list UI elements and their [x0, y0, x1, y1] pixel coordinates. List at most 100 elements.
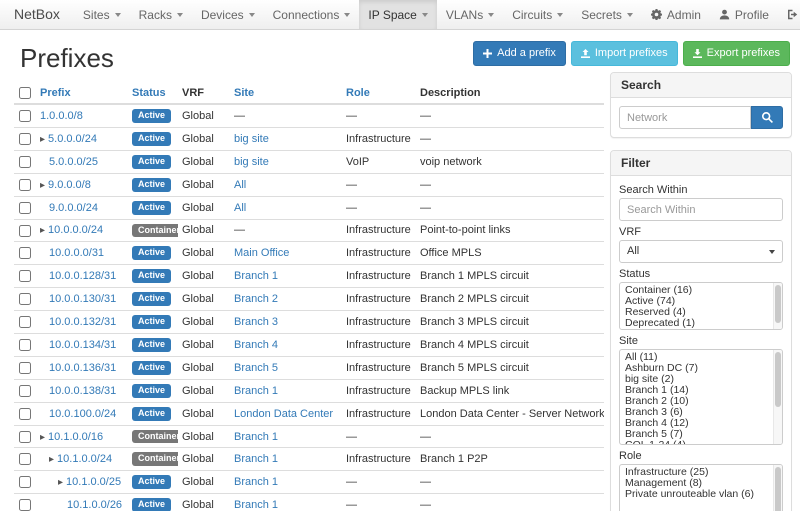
- row-checkbox[interactable]: [19, 362, 31, 374]
- listbox-option[interactable]: big site (2): [620, 374, 782, 385]
- row-checkbox[interactable]: [19, 179, 31, 191]
- row-checkbox[interactable]: [19, 385, 31, 397]
- prefix-link[interactable]: 10.1.0.0/26: [67, 499, 122, 511]
- prefix-link[interactable]: 10.0.0.134/31: [49, 339, 116, 351]
- sort-link-status[interactable]: Status: [132, 87, 166, 99]
- row-checkbox[interactable]: [19, 408, 31, 420]
- site-link[interactable]: big site: [234, 156, 269, 168]
- listbox-option[interactable]: Ashburn DC (7): [620, 363, 782, 374]
- nav-item-log-out[interactable]: Log out: [778, 0, 800, 29]
- prefix-link[interactable]: 5.0.0.0/25: [49, 156, 98, 168]
- prefix-link[interactable]: 10.1.0.0/24: [57, 453, 112, 465]
- prefix-link[interactable]: 10.0.0.0/24: [48, 224, 103, 236]
- row-checkbox[interactable]: [19, 156, 31, 168]
- row-checkbox[interactable]: [19, 476, 31, 488]
- prefix-link[interactable]: 10.0.0.130/31: [49, 293, 116, 305]
- scrollbar-thumb[interactable]: [775, 352, 781, 407]
- row-checkbox[interactable]: [19, 133, 31, 145]
- row-checkbox[interactable]: [19, 316, 31, 328]
- site-link[interactable]: Branch 5: [234, 362, 278, 374]
- prefix-link[interactable]: 9.0.0.0/8: [48, 179, 91, 191]
- sort-link-role[interactable]: Role: [346, 87, 370, 99]
- nav-item-secrets[interactable]: Secrets: [572, 0, 642, 29]
- row-checkbox[interactable]: [19, 247, 31, 259]
- nav-item-racks[interactable]: Racks: [130, 0, 192, 29]
- nav-item-connections[interactable]: Connections: [264, 0, 360, 29]
- row-checkbox[interactable]: [19, 225, 31, 237]
- site-link[interactable]: Branch 1: [234, 385, 278, 397]
- prefix-link[interactable]: 10.0.0.136/31: [49, 362, 116, 374]
- site-link[interactable]: Branch 1: [234, 431, 278, 443]
- site-link[interactable]: big site: [234, 133, 269, 145]
- row-checkbox[interactable]: [19, 110, 31, 122]
- nav-item-circuits[interactable]: Circuits: [503, 0, 572, 29]
- search-input[interactable]: [619, 106, 751, 129]
- listbox-option[interactable]: Container (16): [620, 285, 782, 296]
- prefix-link[interactable]: 9.0.0.0/24: [49, 202, 98, 214]
- role-listbox[interactable]: Infrastructure (25)Management (8)Private…: [619, 464, 783, 511]
- prefix-link[interactable]: 10.0.100.0/24: [49, 408, 116, 420]
- sort-link-site[interactable]: Site: [234, 87, 254, 99]
- listbox-option[interactable]: Active (74): [620, 296, 782, 307]
- site-link[interactable]: Branch 3: [234, 316, 278, 328]
- nav-item-sites[interactable]: Sites: [74, 0, 130, 29]
- listbox-option[interactable]: Branch 3 (6): [620, 407, 782, 418]
- select-all-checkbox[interactable]: [19, 87, 31, 99]
- prefix-link[interactable]: 10.0.0.132/31: [49, 316, 116, 328]
- site-listbox[interactable]: All (11)Ashburn DC (7)big site (2)Branch…: [619, 349, 783, 445]
- prefix-link[interactable]: 10.0.0.0/31: [49, 247, 104, 259]
- scrollbar[interactable]: [773, 465, 782, 511]
- site-link[interactable]: Main Office: [234, 247, 289, 259]
- nav-item-ip-space[interactable]: IP Space: [359, 0, 436, 29]
- scrollbar[interactable]: [773, 283, 782, 329]
- status-listbox[interactable]: Container (16)Active (74)Reserved (4)Dep…: [619, 282, 783, 330]
- site-link[interactable]: Branch 2: [234, 293, 278, 305]
- listbox-option[interactable]: Deprecated (1): [620, 318, 782, 329]
- listbox-option[interactable]: Management (8): [620, 478, 782, 489]
- prefix-link[interactable]: 1.0.0.0/8: [40, 110, 83, 122]
- site-link[interactable]: Branch 1: [234, 499, 278, 511]
- listbox-option[interactable]: COL 1-24 (4): [620, 440, 782, 445]
- row-checkbox[interactable]: [19, 431, 31, 443]
- listbox-option[interactable]: Private unrouteable vlan (6): [620, 489, 782, 500]
- row-checkbox[interactable]: [19, 270, 31, 282]
- nav-item-devices[interactable]: Devices: [192, 0, 264, 29]
- listbox-option[interactable]: Branch 4 (12): [620, 418, 782, 429]
- prefix-link[interactable]: 10.1.0.0/25: [66, 476, 121, 488]
- row-checkbox[interactable]: [19, 339, 31, 351]
- prefix-link[interactable]: 5.0.0.0/24: [48, 133, 97, 145]
- nav-item-vlans[interactable]: VLANs: [437, 0, 503, 29]
- sort-link-prefix[interactable]: Prefix: [40, 87, 71, 99]
- scrollbar-thumb[interactable]: [775, 467, 781, 511]
- row-checkbox[interactable]: [19, 202, 31, 214]
- site-link[interactable]: Branch 4: [234, 339, 278, 351]
- nav-item-profile[interactable]: Profile: [710, 0, 778, 29]
- export-prefixes-button[interactable]: Export prefixes: [683, 41, 790, 66]
- row-checkbox[interactable]: [19, 499, 31, 511]
- listbox-option[interactable]: All (11): [620, 352, 782, 363]
- site-link[interactable]: Branch 1: [234, 453, 278, 465]
- site-link[interactable]: All: [234, 179, 246, 191]
- listbox-option[interactable]: Branch 2 (10): [620, 396, 782, 407]
- search-input-group: [619, 106, 783, 129]
- prefix-link[interactable]: 10.1.0.0/16: [48, 431, 103, 443]
- vrf-select[interactable]: All: [619, 240, 783, 263]
- site-link[interactable]: All: [234, 202, 246, 214]
- search-button[interactable]: [751, 106, 783, 129]
- site-link[interactable]: Branch 1: [234, 270, 278, 282]
- search-within-input[interactable]: [619, 198, 783, 221]
- scrollbar-thumb[interactable]: [775, 285, 781, 323]
- listbox-option[interactable]: Infrastructure (25): [620, 467, 782, 478]
- scrollbar[interactable]: [773, 350, 782, 444]
- prefix-link[interactable]: 10.0.0.138/31: [49, 385, 116, 397]
- prefix-link[interactable]: 10.0.0.128/31: [49, 270, 116, 282]
- site-link[interactable]: London Data Center: [234, 408, 333, 420]
- listbox-option[interactable]: Reserved (4): [620, 307, 782, 318]
- row-checkbox[interactable]: [19, 293, 31, 305]
- nav-item-admin[interactable]: Admin: [642, 0, 710, 29]
- row-checkbox[interactable]: [19, 453, 31, 465]
- site-link[interactable]: Branch 1: [234, 476, 278, 488]
- listbox-option[interactable]: Branch 5 (7): [620, 429, 782, 440]
- listbox-option[interactable]: Branch 1 (14): [620, 385, 782, 396]
- brand[interactable]: NetBox: [0, 0, 74, 29]
